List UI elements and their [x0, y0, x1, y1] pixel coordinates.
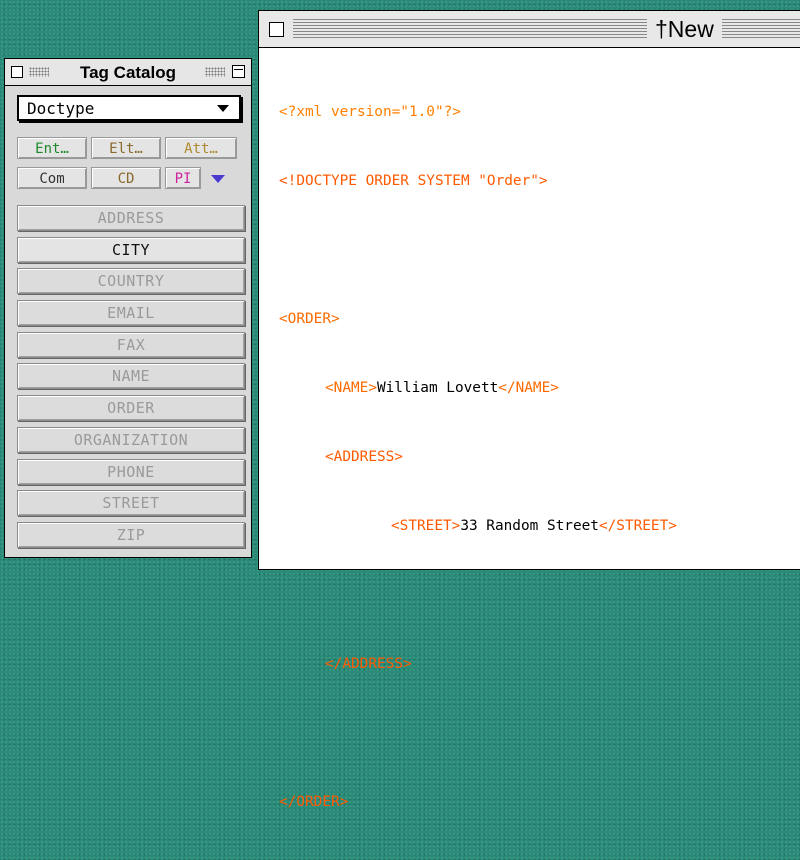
tag-label: ORGANIZATION [73, 430, 189, 449]
tag-label: ADDRESS [97, 209, 165, 227]
address-line: <ADDRESS> [279, 446, 677, 469]
tag-label: ORDER [107, 399, 155, 418]
entities-button-label: Ent… [35, 141, 69, 157]
close-box-icon[interactable] [269, 22, 284, 37]
tag-label: FAX [116, 335, 146, 354]
doctype-dropdown-value: Doctype [27, 99, 95, 118]
tag-button-order[interactable]: ORDER [17, 395, 245, 422]
pi-button-label: PI [174, 171, 192, 187]
document-title: †New [647, 16, 722, 43]
tag-button-email[interactable]: EMAIL [17, 300, 245, 327]
street-open-tag: <STREET> [391, 518, 461, 534]
tag-button-country[interactable]: COUNTRY [17, 268, 245, 295]
address-close-line: </ADDRESS> [279, 653, 677, 676]
comment-button-label: Com [39, 171, 65, 187]
order-open-tag: <ORDER> [279, 311, 340, 327]
tag-button-address[interactable]: ADDRESS [17, 205, 245, 231]
attributes-button[interactable]: Att… [165, 137, 237, 159]
order-close-tag: </ORDER> [279, 794, 349, 810]
zoom-box-icon[interactable] [232, 65, 245, 78]
address-close-tag: </ADDRESS> [325, 656, 412, 672]
attributes-button-label: Att… [184, 141, 218, 157]
cdata-button[interactable]: CD [91, 167, 161, 189]
title-bar-stripes [293, 19, 800, 39]
name-line: <NAME>William Lovett</NAME> [279, 377, 677, 400]
elements-button-label: Elt… [109, 141, 143, 157]
dropdown-arrow-icon [217, 105, 229, 112]
tag-label: STREET [102, 494, 160, 513]
entities-button[interactable]: Ent… [17, 137, 87, 159]
name-text: William Lovett [376, 380, 499, 396]
tag-button-street[interactable]: STREET [17, 490, 245, 517]
tag-label: ZIP [116, 525, 146, 544]
address-open-tag: <ADDRESS> [325, 449, 403, 465]
street-close-tag: </STREET> [598, 518, 677, 534]
tag-list: ADDRESS CITY COUNTRY EMAIL FAX NAME ORDE… [17, 205, 245, 554]
tag-label: PHONE [107, 462, 155, 481]
tag-catalog-palette: Tag Catalog Doctype Ent… Elt… Att… Com C… [4, 58, 252, 558]
comment-button[interactable]: Com [17, 167, 87, 189]
xml-declaration: <?xml version="1.0"?> [279, 104, 461, 120]
tag-button-name[interactable]: NAME [17, 363, 245, 390]
palette-title-bar[interactable]: Tag Catalog [5, 59, 251, 86]
tag-label: NAME [111, 367, 151, 386]
doctype-dropdown[interactable]: Doctype [17, 95, 241, 121]
tag-label: EMAIL [107, 304, 155, 323]
name-close-tag: </NAME> [498, 380, 559, 396]
street-line: <STREET>33 Random Street</STREET> [279, 515, 677, 538]
street-text: 33 Random Street [460, 518, 599, 534]
tag-button-zip[interactable]: ZIP [17, 521, 245, 548]
kind-buttons-row-2: Com CD PI [17, 167, 229, 189]
kind-buttons-row-1: Ent… Elt… Att… [17, 137, 237, 159]
document-window: †New <?xml version="1.0"?> <!DOCTYPE ORD… [258, 10, 800, 810]
tag-button-fax[interactable]: FAX [17, 331, 245, 358]
doctype-declaration: <!DOCTYPE ORDER SYSTEM "Order"> [279, 173, 548, 189]
name-open-tag: <NAME> [325, 380, 377, 396]
xml-editor[interactable]: <?xml version="1.0"?> <!DOCTYPE ORDER SY… [279, 55, 677, 860]
elements-button[interactable]: Elt… [91, 137, 161, 159]
tag-button-organization[interactable]: ORGANIZATION [17, 426, 245, 453]
tag-button-city[interactable]: CITY [17, 236, 245, 263]
tag-button-phone[interactable]: PHONE [17, 458, 245, 485]
tag-label: COUNTRY [97, 272, 165, 291]
document-title-bar[interactable]: †New [259, 11, 800, 48]
tag-label: CITY [111, 240, 151, 259]
processing-instruction-button[interactable]: PI [165, 167, 201, 189]
grip-icon [205, 67, 225, 77]
disclosure-triangle-icon[interactable] [211, 175, 225, 183]
cdata-button-label: CD [117, 171, 135, 187]
